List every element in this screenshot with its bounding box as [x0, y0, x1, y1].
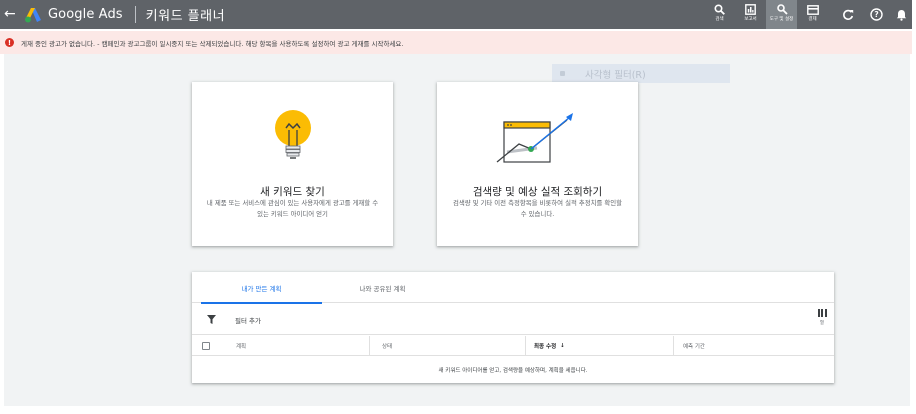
top-tools: 검색 보고서 도구 및 설정 결제 ? — [704, 0, 912, 29]
column-header-status[interactable]: 상태 — [382, 336, 392, 356]
sort-down-icon: ↓ — [560, 343, 565, 349]
column-header-forecast-period[interactable]: 예측 기간 — [683, 336, 705, 356]
forecast-chart-illustration — [437, 102, 638, 187]
forecast-chart-icon — [496, 113, 573, 163]
search-tool-label: 검색 — [715, 17, 724, 22]
help-icon: ? — [869, 8, 883, 21]
search-volume-forecast-card[interactable]: 검색량 및 예상 실적 조회하기 검색량 및 기타 이전 측정항목을 비롯하여 … — [437, 82, 638, 246]
refresh-icon — [843, 9, 854, 20]
tools-wrench-icon — [775, 3, 789, 16]
table-header-row: 계획 상태 최종 수정 ↓ 예측 기간 — [192, 336, 834, 356]
columns-icon — [817, 309, 827, 317]
arrow-back-icon[interactable]: ← — [4, 0, 20, 29]
columns-label: 열 — [819, 321, 825, 326]
brand-divider — [134, 6, 136, 23]
add-filter-button[interactable]: 필터 추가 — [235, 304, 261, 335]
top-app-bar: ← Google Ads 키워드 플래너 검색 보고서 도구 및 설정 결제 ? — [0, 0, 912, 29]
columns-button[interactable]: 열 — [816, 309, 828, 326]
brand-name[interactable]: Google Ads — [48, 7, 123, 22]
select-all-checkbox[interactable] — [202, 342, 210, 350]
card-title: 새 키워드 찾기 — [260, 186, 325, 198]
page-title: 키워드 플래너 — [145, 9, 226, 24]
refresh-button[interactable] — [834, 0, 862, 29]
lightbulb-illustration — [192, 102, 393, 187]
reports-icon — [744, 3, 758, 16]
reports-tool-button[interactable]: 보고서 — [735, 0, 766, 29]
column-header-plan[interactable]: 계획 — [236, 336, 246, 356]
alert-banner: ! 게재 중인 광고가 없습니다. - 캠페인과 광고그룹이 일시중지 또는 삭… — [0, 31, 912, 54]
alert-message: 게재 중인 광고가 없습니다. - 캠페인과 광고그룹이 일시중지 또는 삭제되… — [21, 39, 404, 48]
column-header-last-modified[interactable]: 최종 수정 ↓ — [534, 336, 565, 356]
lightbulb-icon — [274, 110, 311, 159]
filter-dot-icon — [560, 71, 565, 76]
search-icon — [713, 3, 727, 16]
reports-tool-label: 보고서 — [744, 17, 757, 22]
notifications-button[interactable] — [890, 0, 912, 29]
card-description: 검색량 및 기타 이전 측정항목을 비롯하여 실적 추정치를 확인할 수 있습니… — [452, 199, 623, 218]
ghost-filter-text: 사각형 필터(R) — [585, 69, 646, 81]
tab-my-plans[interactable]: 내가 만든 계획 — [201, 272, 322, 304]
search-tool-button[interactable]: 검색 — [704, 0, 735, 29]
filter-icon[interactable] — [207, 315, 216, 324]
plans-table: 내가 만든 계획 나와 공유된 계획 필터 추가 열 계획 상태 최종 수정 ↓… — [192, 272, 834, 383]
filter-row: 필터 추가 열 — [192, 304, 834, 335]
error-icon: ! — [5, 38, 14, 47]
svg-text:?: ? — [874, 10, 878, 19]
card-title: 검색량 및 예상 실적 조회하기 — [472, 186, 603, 198]
card-description: 내 제품 또는 서비스에 관심이 있는 사용자에게 광고를 게재할 수 있는 키… — [206, 199, 379, 218]
tools-settings-button[interactable]: 도구 및 설정 — [766, 0, 797, 29]
discover-keywords-card[interactable]: 새 키워드 찾기 내 제품 또는 서비스에 관심이 있는 사용자에게 광고를 게… — [192, 82, 393, 246]
billing-tool-label: 결제 — [808, 17, 817, 22]
bell-icon — [896, 9, 906, 21]
tab-shared-plans[interactable]: 나와 공유된 계획 — [322, 272, 443, 303]
google-ads-logo[interactable] — [24, 7, 42, 23]
empty-state-message: 새 키워드 아이디어를 얻고, 검색량을 예상하며, 계획을 세웁니다. — [438, 368, 588, 374]
tools-settings-label: 도구 및 설정 — [769, 17, 794, 22]
help-button[interactable]: ? — [862, 0, 890, 29]
ghost-filter-overlay: 사각형 필터(R) — [552, 64, 730, 83]
keyword-planner-page: ← Google Ads 키워드 플래너 검색 보고서 도구 및 설정 결제 ?… — [0, 0, 916, 414]
column-header-last-modified-label: 최종 수정 — [534, 344, 557, 350]
plans-tabs: 내가 만든 계획 나와 공유된 계획 — [192, 272, 834, 304]
billing-tool-button[interactable]: 결제 — [797, 0, 828, 29]
billing-card-icon — [806, 3, 820, 16]
